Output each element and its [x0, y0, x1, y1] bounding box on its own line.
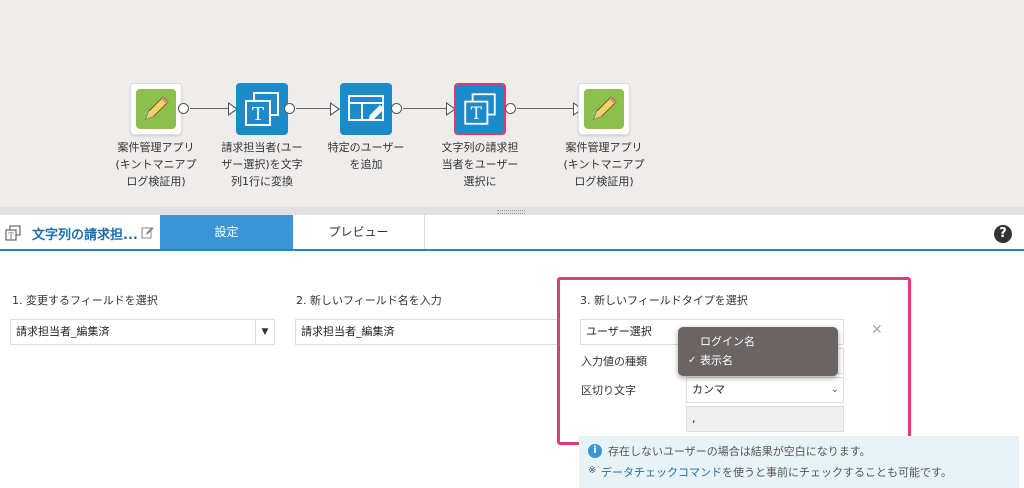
connector-4-5: [517, 108, 575, 109]
svg-text:T: T: [252, 104, 264, 125]
grip-icon: [497, 210, 525, 214]
flow-node-convert-to-text[interactable]: T: [236, 83, 288, 135]
data-check-command-link[interactable]: データチェックコマンド: [601, 466, 722, 479]
flow-node-label: 特定のユーザー を追加: [327, 141, 405, 171]
dropdown-option-display-name[interactable]: ✓ 表示名: [678, 352, 838, 370]
new-field-name-value: 請求担当者_編集済: [301, 325, 395, 338]
chevron-down-icon: ⌄: [830, 384, 839, 395]
new-field-name-input[interactable]: 請求担当者_編集済: [295, 319, 560, 345]
text-transform-icon: T: [464, 93, 496, 125]
delimiter-value: カンマ: [692, 383, 725, 396]
panel-resize-handle[interactable]: [0, 207, 1024, 215]
tab-preview[interactable]: プレビュー: [293, 215, 425, 249]
step3-label: 3. 新しいフィールドタイプを選択: [580, 294, 748, 307]
note-mark: ※: [588, 465, 597, 476]
svg-text:T: T: [471, 104, 482, 123]
dropdown-option-login-name[interactable]: ログイン名: [678, 333, 838, 351]
node-2-output-port[interactable]: [284, 103, 295, 114]
caret-down-icon: ▼: [255, 320, 274, 344]
node-4-output-port[interactable]: [505, 103, 516, 114]
text-transform-icon: T: [245, 92, 279, 126]
checkmark-icon: ✓: [688, 355, 697, 366]
flow-node-add-user[interactable]: [340, 83, 392, 135]
flow-node-label: 文字列の請求担 当者をユーザー 選択に: [441, 141, 519, 188]
node-3-output-port[interactable]: [391, 103, 402, 114]
pencil-app-icon: [584, 89, 624, 129]
flow-node-label: 案件管理アプリ (キントマニアプ ログ検証用): [115, 141, 197, 188]
svg-text:T: T: [8, 232, 14, 241]
help-icon[interactable]: ?: [994, 225, 1012, 243]
tab-settings[interactable]: 設定: [160, 215, 293, 249]
delimiter-label: 区切り文字: [581, 384, 636, 397]
text-transform-icon: T: [5, 225, 21, 241]
step2-label: 2. 新しいフィールド名を入力: [296, 294, 442, 307]
input-kind-label: 入力値の種類: [581, 355, 647, 368]
info-icon: i: [588, 444, 602, 458]
table-edit-icon: [348, 95, 384, 121]
source-field-select[interactable]: 請求担当者_編集済 ▼: [10, 319, 275, 345]
input-kind-dropdown-menu[interactable]: ログイン名 ✓ 表示名: [678, 327, 838, 376]
flow-node-text-to-user-select[interactable]: T: [454, 83, 506, 135]
connector-1-2: [190, 108, 230, 109]
delimiter-select[interactable]: カンマ ⌄: [686, 377, 844, 403]
note-text: データチェックコマンドを使うと事前にチェックすることも可能です。: [601, 466, 952, 479]
connector-3-4: [403, 108, 450, 109]
close-icon[interactable]: ✕: [871, 322, 883, 338]
flow-node-target-app[interactable]: [578, 83, 630, 135]
node-3-input-port[interactable]: [330, 102, 340, 116]
field-type-value: ユーザー選択: [586, 325, 652, 338]
delimiter-char-value: ,: [692, 412, 696, 425]
source-field-value: 請求担当者_編集済: [16, 325, 110, 338]
node-1-output-port[interactable]: [178, 103, 189, 114]
pencil-app-icon: [136, 89, 176, 129]
info-text: 存在しないユーザーの場合は結果が空白になります。: [608, 445, 871, 458]
flow-node-label: 請求担当者(ユー ザー選択)を文字 列1行に変換: [221, 141, 303, 188]
flow-node-label: 案件管理アプリ (キントマニアプ ログ検証用): [563, 141, 645, 188]
node-title[interactable]: 文字列の請求担...: [32, 224, 138, 243]
node-settings-header: T 文字列の請求担... 設定 プレビュー ?: [0, 215, 1024, 251]
flow-node-source-app[interactable]: [130, 83, 182, 135]
info-message: i 存在しないユーザーの場合は結果が空白になります。 ※ データチェックコマンド…: [579, 436, 1019, 488]
flow-canvas[interactable]: 案件管理アプリ (キントマニアプ ログ検証用) T 請求担当者(ユー ザー選択)…: [0, 0, 1024, 207]
delimiter-char-field: ,: [686, 406, 844, 432]
step1-label: 1. 変更するフィールドを選択: [12, 294, 158, 307]
connector-2-3: [296, 108, 330, 109]
edit-icon[interactable]: [141, 226, 154, 239]
